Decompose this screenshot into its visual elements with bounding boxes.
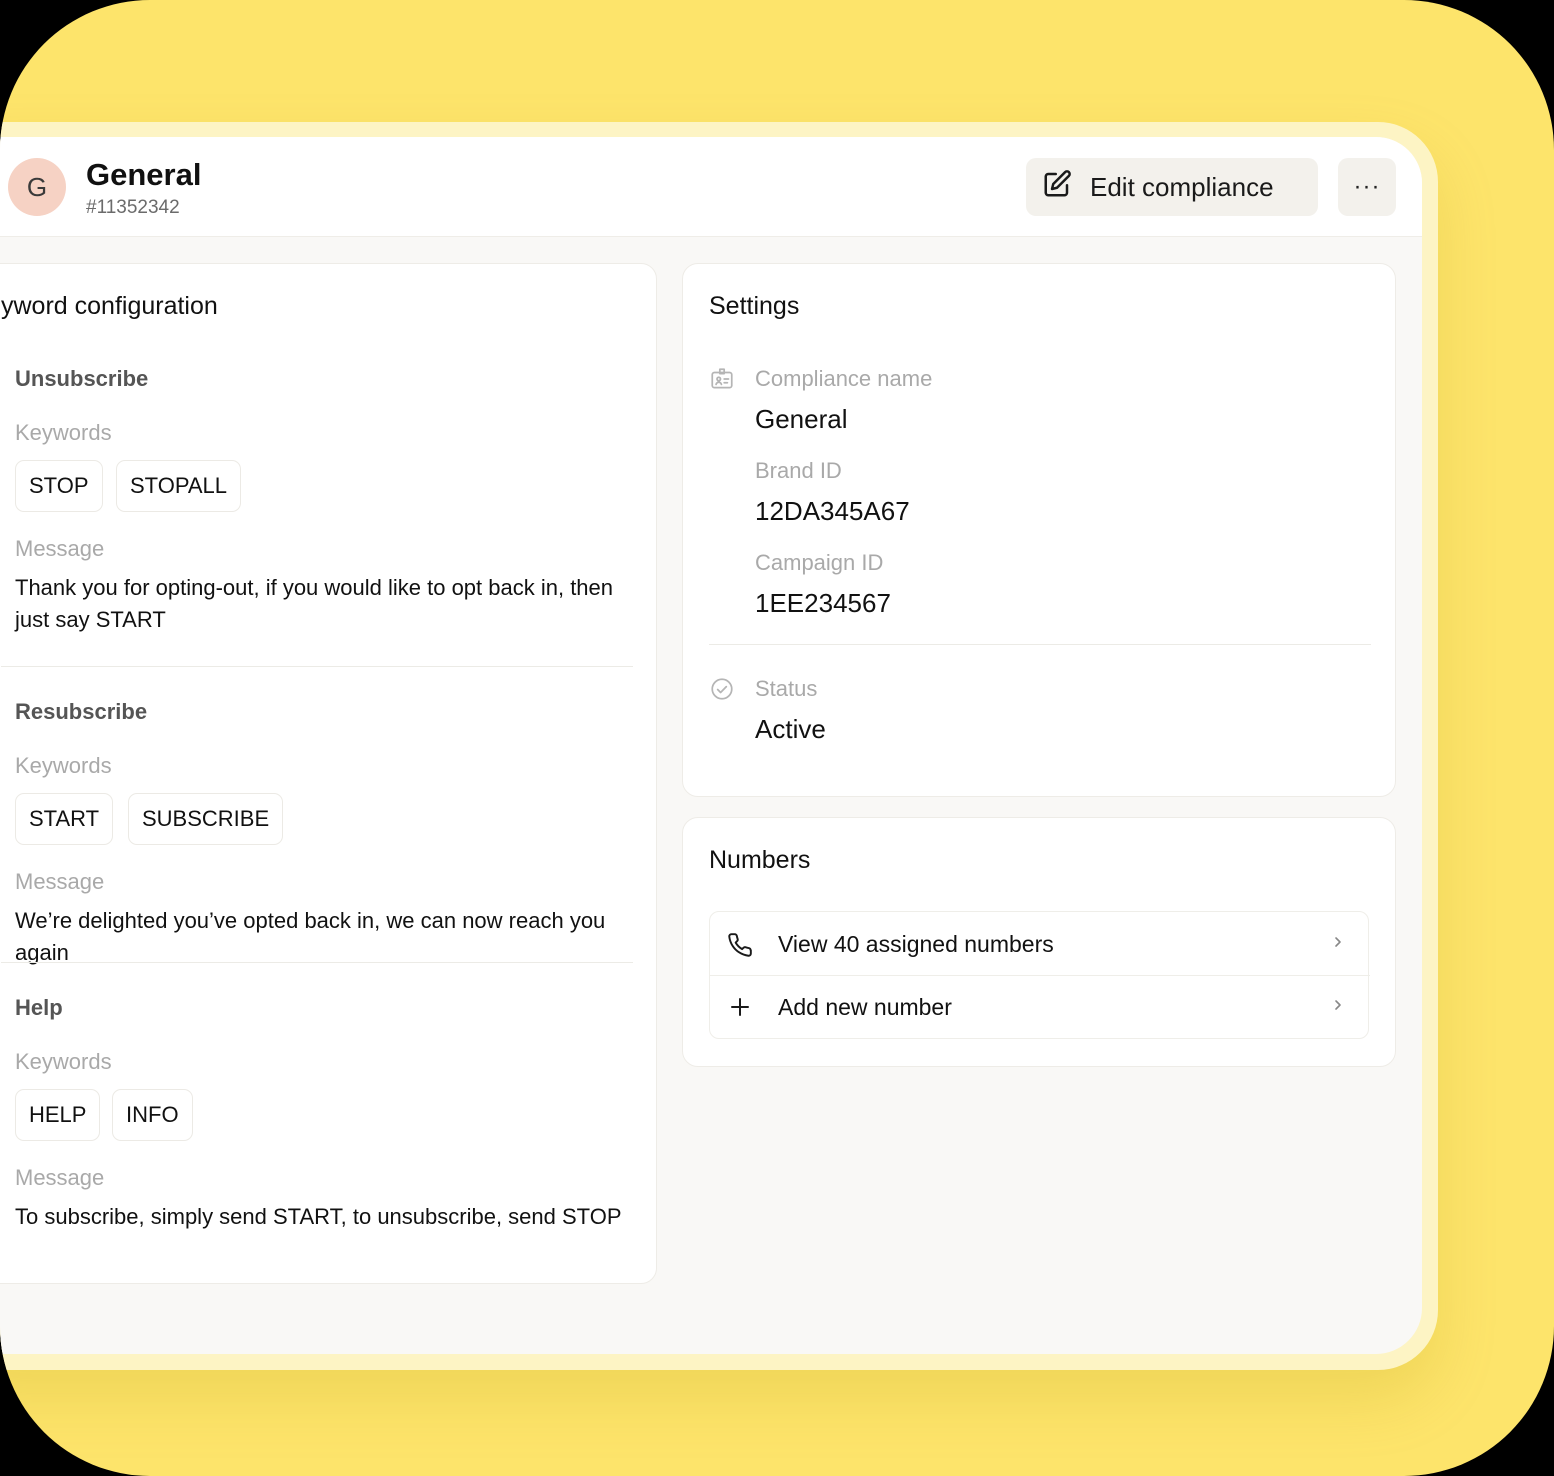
id-card-icon — [709, 366, 735, 397]
page-header: G General #11352342 Edit compliance ··· — [0, 137, 1422, 237]
keyword-configuration-title: yword configuration — [1, 292, 218, 320]
avatar: G — [8, 158, 66, 216]
unsubscribe-message-label: Message — [15, 536, 105, 561]
numbers-list: View 40 assigned numbers Add new number — [709, 911, 1370, 1039]
brand-id-label: Brand ID — [755, 458, 842, 483]
compliance-id: #11352342 — [86, 197, 180, 218]
page-title: General — [86, 157, 202, 192]
resubscribe-title: Resubscribe — [15, 699, 148, 724]
plus-icon — [720, 995, 760, 1019]
check-circle-icon — [709, 676, 735, 707]
keyword-chip[interactable]: SUBSCRIBE — [128, 793, 284, 845]
compliance-name-value: General — [755, 404, 848, 434]
unsubscribe-keywords-label: Keywords — [15, 420, 112, 445]
view-assigned-numbers-row[interactable]: View 40 assigned numbers — [710, 914, 1370, 976]
edit-icon — [1042, 169, 1072, 206]
phone-icon — [720, 932, 760, 958]
keyword-chip[interactable]: INFO — [112, 1089, 193, 1141]
keyword-chip[interactable]: STOP — [15, 460, 103, 512]
add-new-number-row[interactable]: Add new number — [710, 976, 1370, 1038]
numbers-card: Numbers View 40 assigned numbers Add new… — [682, 817, 1396, 1067]
help-message: To subscribe, simply send START, to unsu… — [15, 1204, 622, 1229]
add-new-number-label: Add new number — [778, 993, 952, 1020]
campaign-id-value: 1EE234567 — [755, 588, 891, 618]
keyword-chip[interactable]: HELP — [15, 1089, 101, 1141]
unsubscribe-message: Thank you for opting-out, if you would l… — [15, 575, 614, 632]
campaign-id-label: Campaign ID — [755, 550, 884, 575]
section-divider — [1, 962, 633, 963]
status-label: Status — [755, 676, 818, 701]
help-message-label: Message — [15, 1165, 105, 1190]
view-assigned-numbers-label: View 40 assigned numbers — [778, 931, 1054, 957]
keyword-chip[interactable]: STOPALL — [116, 460, 242, 512]
compliance-window: G General #11352342 Edit compliance ··· … — [0, 137, 1422, 1354]
numbers-title: Numbers — [709, 846, 811, 874]
resubscribe-message: We’re delighted you’ve opted back in, we… — [15, 908, 606, 965]
settings-divider — [709, 644, 1371, 645]
section-divider — [1, 666, 633, 667]
chevron-right-icon — [1330, 934, 1346, 955]
help-title: Help — [15, 995, 63, 1020]
resubscribe-keywords-label: Keywords — [15, 753, 112, 778]
chevron-right-icon — [1330, 997, 1346, 1018]
settings-card: Settings Compliance name General Brand I… — [682, 263, 1396, 797]
compliance-name-label: Compliance name — [755, 366, 933, 391]
keyword-chip[interactable]: START — [15, 793, 114, 845]
more-icon: ··· — [1353, 173, 1381, 200]
more-options-button[interactable]: ··· — [1338, 158, 1396, 216]
status-value: Active — [755, 714, 826, 744]
brand-id-value: 12DA345A67 — [755, 496, 910, 526]
edit-compliance-button[interactable]: Edit compliance — [1026, 158, 1318, 216]
edit-compliance-label: Edit compliance — [1090, 171, 1274, 202]
resubscribe-message-label: Message — [15, 869, 105, 894]
app-backdrop: G General #11352342 Edit compliance ··· … — [0, 0, 1554, 1476]
settings-title: Settings — [709, 292, 800, 320]
help-keywords-label: Keywords — [15, 1049, 112, 1074]
keyword-configuration-card: yword configuration Unsubscribe Keywords… — [0, 263, 657, 1284]
unsubscribe-title: Unsubscribe — [15, 366, 149, 391]
